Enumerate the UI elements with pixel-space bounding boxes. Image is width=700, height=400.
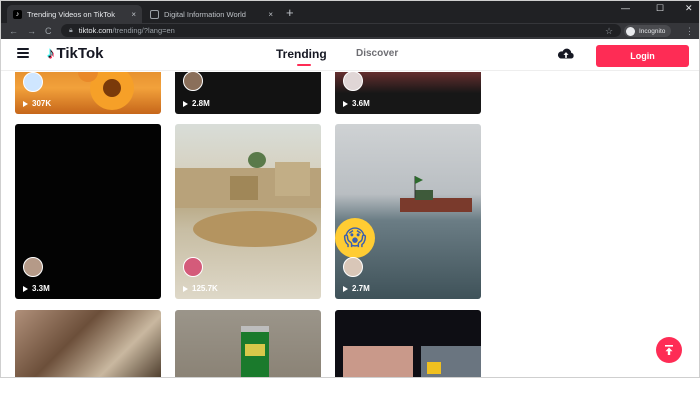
tab-title: Trending Videos on TikTok — [27, 9, 115, 19]
video-card[interactable]: 307K — [15, 72, 161, 114]
view-count: 3.6M — [343, 99, 370, 108]
forward-button[interactable]: → — [27, 24, 36, 38]
avatar[interactable] — [343, 257, 363, 277]
view-count-value: 2.8M — [192, 99, 210, 108]
lock-icon: 🔒︎ — [69, 26, 73, 34]
tab-title: Digital Information World — [164, 9, 246, 19]
page-favicon-icon — [150, 9, 159, 19]
minimize-button[interactable]: — — [621, 3, 630, 13]
avatar[interactable] — [23, 72, 43, 92]
view-count: 125.7K — [183, 284, 218, 293]
incognito-badge[interactable]: Incognito — [624, 25, 672, 37]
browser-window: ♪ Trending Videos on TikTok × Digital In… — [0, 0, 700, 378]
tiktok-logo-icon: ♪ — [47, 45, 55, 62]
view-count-value: 307K — [32, 99, 52, 108]
avatar[interactable] — [183, 72, 203, 91]
play-icon — [343, 285, 348, 292]
tab-digital-information-world[interactable]: Digital Information World × — [144, 5, 279, 23]
view-count: 2.8M — [183, 99, 210, 108]
url-path: /trending/?lang=en — [112, 26, 175, 35]
soda-can-thumbnail — [241, 326, 269, 377]
view-count-value: 125.7K — [192, 284, 218, 293]
browser-menu-icon[interactable]: ⋮ — [685, 24, 694, 38]
video-card[interactable] — [175, 310, 321, 377]
flower-thumbnail — [78, 72, 134, 110]
site-header: ♪ TikTok Trending Discover Login — [1, 39, 699, 71]
tab-close-icon[interactable]: × — [131, 10, 136, 19]
selfie-thumbnail — [343, 346, 481, 377]
address-bar[interactable]: 🔒︎ tiktok.com /trending/?lang=en — [61, 24, 621, 37]
new-tab-button[interactable]: + — [286, 5, 294, 21]
browser-tab-strip: ♪ Trending Videos on TikTok × Digital In… — [1, 1, 699, 23]
maximize-button[interactable]: ☐ — [656, 3, 664, 14]
view-count: 307K — [23, 99, 51, 108]
video-card[interactable]: 3.6M — [335, 72, 481, 114]
browser-toolbar: ← → C 🔒︎ tiktok.com /trending/?lang=en ☆… — [1, 23, 699, 39]
nav-discover[interactable]: Discover — [356, 48, 398, 59]
tab-trending-videos[interactable]: ♪ Trending Videos on TikTok × — [7, 5, 142, 23]
url-host: tiktok.com — [78, 26, 113, 35]
shocked-emoji-icon: 😱︎ — [335, 218, 375, 258]
incognito-label: Incognito — [639, 27, 666, 35]
video-card[interactable] — [15, 310, 161, 377]
play-icon — [23, 100, 28, 107]
play-icon — [23, 285, 28, 292]
logo-text: TikTok — [56, 45, 104, 62]
video-card[interactable]: 2.8M — [175, 72, 321, 114]
video-card[interactable]: 125.7K — [175, 124, 321, 299]
incognito-icon — [626, 26, 635, 36]
login-button[interactable]: Login — [596, 45, 689, 67]
view-count-value: 3.6M — [352, 99, 370, 108]
scroll-to-top-button[interactable] — [656, 337, 682, 363]
back-button[interactable]: ← — [9, 24, 18, 38]
menu-icon[interactable] — [17, 48, 29, 58]
tiktok-favicon-icon: ♪ — [13, 9, 22, 19]
view-count-value: 2.7M — [352, 284, 370, 293]
avatar[interactable] — [343, 72, 363, 91]
view-count: 3.3M — [23, 284, 50, 293]
nav-trending[interactable]: Trending — [276, 47, 327, 61]
avatar[interactable] — [23, 257, 43, 277]
view-count: 2.7M — [343, 284, 370, 293]
view-count-value: 3.3M — [32, 284, 50, 293]
video-card[interactable]: 3.3M — [15, 124, 161, 299]
close-window-button[interactable]: ✕ — [685, 3, 693, 14]
upload-cloud-icon[interactable] — [557, 47, 575, 61]
play-icon — [343, 100, 348, 107]
video-card[interactable] — [335, 310, 481, 377]
play-icon — [183, 100, 188, 107]
video-card[interactable]: 😱︎ 2.7M — [335, 124, 481, 299]
play-icon — [183, 285, 188, 292]
tiktok-logo[interactable]: ♪ TikTok — [47, 45, 103, 62]
tab-close-icon[interactable]: × — [268, 10, 273, 19]
avatar[interactable] — [183, 257, 203, 277]
video-feed: 307K 2.8M 3.6M 3.3M 125.7K 😱︎ 2.7M — [1, 72, 699, 377]
scroll-top-arrow-icon — [665, 345, 673, 355]
reload-button[interactable]: C — [45, 24, 52, 38]
active-nav-indicator — [297, 64, 311, 66]
bookmark-star-icon[interactable]: ☆ — [605, 24, 613, 38]
